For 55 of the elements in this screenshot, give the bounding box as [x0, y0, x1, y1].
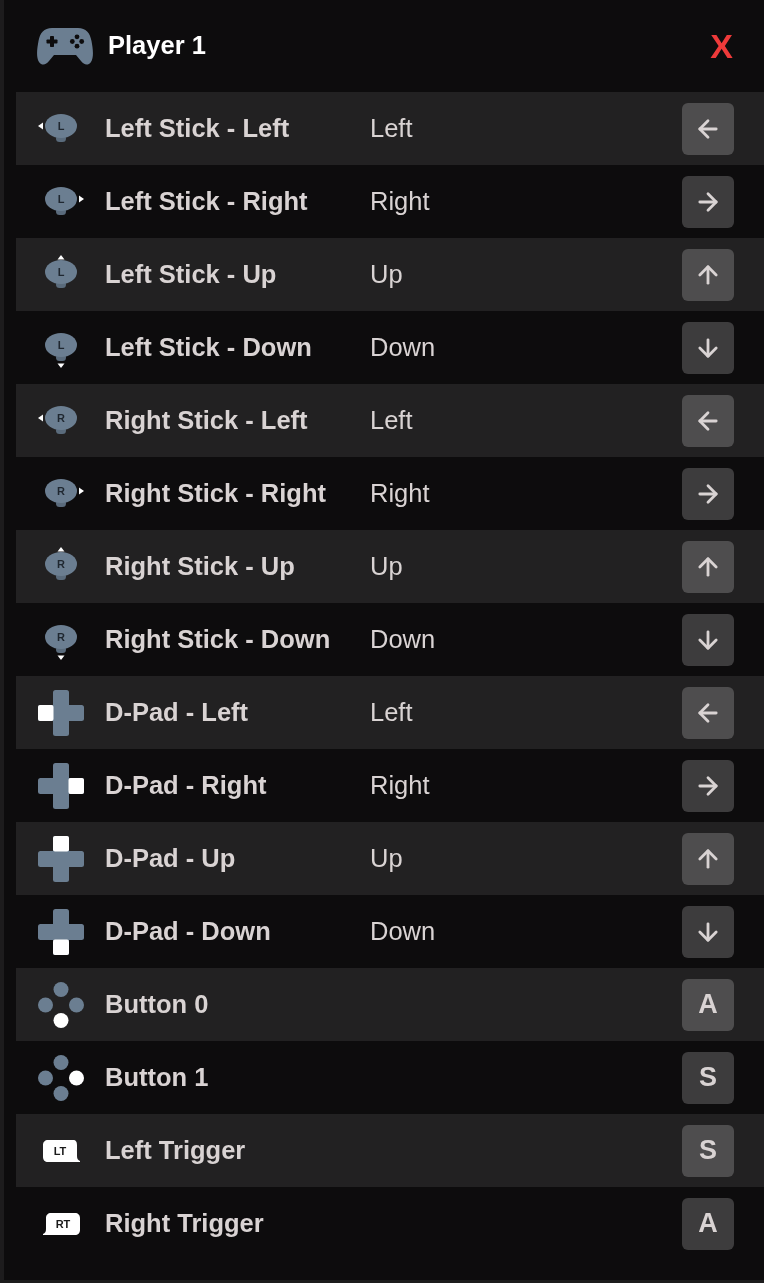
binding-label: D-Pad - Right: [105, 771, 267, 800]
binding-value: Down: [370, 625, 436, 654]
binding-value: Up: [370, 260, 403, 289]
close-button[interactable]: X: [710, 29, 733, 63]
key-button[interactable]: [682, 394, 734, 447]
binding-value: Up: [370, 844, 403, 873]
binding-label: D-Pad - Down: [105, 917, 271, 946]
binding-value: Left: [370, 698, 413, 727]
face-buttons-icon: [38, 981, 84, 1028]
binding-value: Left: [370, 406, 413, 435]
key-button[interactable]: A: [682, 978, 734, 1031]
dpad-icon: [38, 835, 84, 882]
binding-label: D-Pad - Up: [105, 844, 236, 873]
binding-label: D-Pad - Left: [105, 698, 249, 727]
dpad-icon: [38, 762, 84, 809]
player-title: Player 1: [108, 33, 206, 59]
binding-label: Right Trigger: [105, 1209, 264, 1238]
trigger-icon: LT: [42, 1139, 80, 1162]
face-buttons-icon: [38, 1054, 84, 1101]
key-button[interactable]: S: [682, 1124, 734, 1177]
key-button[interactable]: [682, 321, 734, 374]
dpad-icon: [38, 908, 84, 955]
key-button[interactable]: [682, 467, 734, 520]
key-button[interactable]: [682, 540, 734, 593]
key-button[interactable]: S: [682, 1051, 734, 1104]
binding-label: Left Stick - Down: [105, 333, 312, 362]
binding-label: Left Trigger: [105, 1136, 246, 1165]
binding-label: Left Stick - Up: [105, 260, 277, 289]
binding-label: Left Stick - Right: [105, 187, 308, 216]
binding-value: Right: [370, 771, 430, 800]
binding-label: Left Stick - Left: [105, 114, 290, 143]
gamepad-icon: [37, 26, 93, 66]
binding-value: Down: [370, 333, 436, 362]
binding-label: Right Stick - Up: [105, 552, 295, 581]
binding-label: Right Stick - Right: [105, 479, 326, 508]
key-button[interactable]: [682, 686, 734, 739]
binding-value: Right: [370, 187, 430, 216]
dpad-icon: [38, 689, 84, 736]
binding-value: Down: [370, 917, 436, 946]
key-button[interactable]: [682, 613, 734, 666]
key-button[interactable]: [682, 248, 734, 301]
key-button[interactable]: [682, 175, 734, 228]
binding-label: Button 0: [105, 990, 209, 1019]
binding-value: Up: [370, 552, 403, 581]
key-button[interactable]: [682, 102, 734, 155]
binding-value: Right: [370, 479, 430, 508]
binding-label: Right Stick - Left: [105, 406, 308, 435]
key-button[interactable]: [682, 759, 734, 812]
binding-label: Button 1: [105, 1063, 209, 1092]
key-button[interactable]: [682, 832, 734, 885]
key-button[interactable]: [682, 905, 734, 958]
binding-value: Left: [370, 114, 413, 143]
binding-label: Right Stick - Down: [105, 625, 331, 654]
trigger-icon: RT: [42, 1212, 80, 1235]
key-button[interactable]: A: [682, 1197, 734, 1250]
